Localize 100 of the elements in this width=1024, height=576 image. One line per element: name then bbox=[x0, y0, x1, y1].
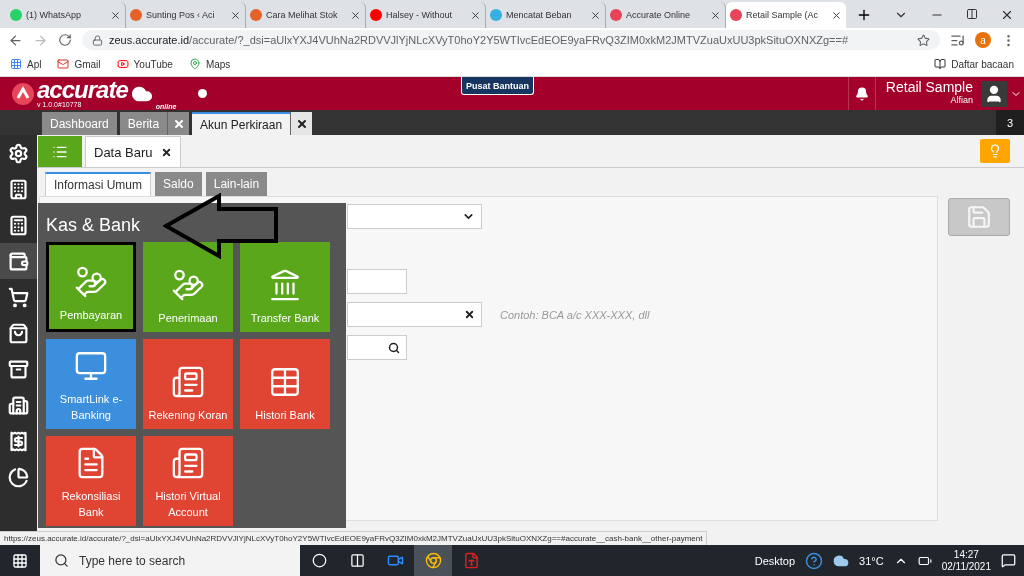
close-icon[interactable] bbox=[230, 9, 241, 21]
task-view-icon[interactable] bbox=[349, 553, 365, 568]
tab-close-button[interactable] bbox=[167, 112, 190, 135]
input-field[interactable] bbox=[347, 302, 482, 327]
new-tab-icon[interactable] bbox=[856, 7, 872, 23]
dot-icon bbox=[198, 89, 207, 98]
form-tab[interactable]: Informasi Umum bbox=[45, 172, 151, 196]
close-icon[interactable] bbox=[710, 9, 721, 21]
newspaper-icon bbox=[171, 446, 205, 480]
url-text: zeus.accurate.id/accurate/?_dsi=aUlxYXJ4VUhNa2RDVVJlYjNLcXVyT0hoY2Y5WTIvcEdEOE9yaFRvQ3ZIM0xkM2JMTVZuaUxUU3pkSituOXNXZg==# bbox=[109, 34, 849, 46]
newspaper-icon bbox=[171, 365, 205, 399]
close-icon bbox=[295, 117, 308, 130]
menu-tile[interactable]: Histori Bank bbox=[240, 339, 330, 429]
archive-icon bbox=[8, 358, 29, 380]
menu-title: Kas & Bank bbox=[46, 215, 142, 236]
lock-icon bbox=[92, 34, 103, 46]
desktop-label[interactable]: Desktop bbox=[754, 554, 796, 567]
document-icon[interactable] bbox=[462, 552, 480, 569]
bookmark-link[interactable]: Gmail bbox=[74, 58, 101, 70]
bank-icon bbox=[268, 268, 302, 302]
favicon-icon bbox=[250, 9, 262, 21]
mail-icon bbox=[57, 58, 70, 70]
help-button[interactable]: Pusat Bantuan bbox=[461, 77, 534, 95]
hand-coins-icon bbox=[171, 268, 205, 302]
tab-title: Retail Sample (Ac bbox=[746, 10, 819, 20]
tab-close-button[interactable] bbox=[290, 112, 313, 135]
buildings-icon bbox=[8, 394, 29, 416]
tab-count[interactable]: 3 bbox=[996, 110, 1024, 135]
monitor-icon bbox=[74, 349, 108, 383]
tab-title: Halsey - Without bbox=[386, 10, 453, 20]
close-icon[interactable] bbox=[590, 9, 601, 21]
bookmark-link[interactable]: YouTube bbox=[133, 58, 173, 70]
tab-title: Mencatat Beban bbox=[506, 10, 572, 20]
receipt-icon bbox=[8, 430, 29, 452]
hand-coins-icon bbox=[74, 265, 108, 299]
star-icon[interactable] bbox=[917, 33, 930, 47]
back-icon[interactable] bbox=[8, 32, 23, 48]
temperature-text: 31°C bbox=[859, 554, 884, 567]
menu-tile[interactable]: Rekonsiliasi Bank bbox=[46, 436, 136, 526]
app-tab[interactable]: Akun Perkiraan bbox=[192, 112, 291, 135]
select-field[interactable] bbox=[347, 204, 482, 229]
settings-icon bbox=[8, 142, 29, 164]
table-icon bbox=[268, 365, 302, 399]
close-icon[interactable] bbox=[1000, 8, 1014, 22]
status-url: https://zeus.accurate.id/accurate/?_dsi=aUlxYXJ4VUhNa2RDVVJlYjNLcXVyT0hoY2Y5WTIvcEdEOE9yaFRvQ3ZIM0xkM2JMTVZuaUxUU3pkSituOXNXZg==#accurate__cash-bank__other-payment bbox=[0, 531, 708, 545]
media-icon[interactable] bbox=[950, 32, 965, 48]
favicon-icon bbox=[130, 9, 142, 21]
field-hint: Contoh: BCA a/c XXX-XXX, dll bbox=[500, 308, 650, 321]
favicon-icon bbox=[610, 9, 622, 21]
browser-icon bbox=[424, 552, 442, 569]
user-name: Alfian bbox=[950, 95, 973, 105]
apps-icon bbox=[10, 58, 22, 70]
close-icon[interactable] bbox=[160, 146, 172, 158]
bell-icon[interactable] bbox=[854, 86, 869, 101]
tab-title: Cara Melihat Stok bbox=[266, 10, 338, 20]
taskbar-search[interactable]: Type here to search bbox=[40, 545, 300, 576]
search-icon bbox=[388, 341, 400, 354]
tab-title: Accurate Online bbox=[626, 10, 691, 20]
close-icon[interactable] bbox=[470, 9, 481, 21]
circle-icon[interactable] bbox=[311, 553, 327, 568]
input-field[interactable] bbox=[347, 269, 407, 294]
close-icon[interactable] bbox=[831, 9, 842, 21]
save-icon bbox=[966, 204, 992, 230]
logo-mark-icon bbox=[12, 82, 34, 105]
map-pin-icon bbox=[188, 58, 201, 70]
clear-icon[interactable] bbox=[464, 309, 475, 320]
favicon-icon bbox=[490, 9, 502, 21]
close-icon bbox=[172, 117, 185, 130]
cart-icon bbox=[8, 286, 29, 308]
wallet-icon bbox=[8, 250, 29, 272]
favicon-icon bbox=[730, 9, 742, 21]
browser-tab[interactable]: Retail Sample (Ac bbox=[726, 2, 846, 28]
reload-icon[interactable] bbox=[58, 33, 72, 47]
document-tab[interactable]: Data Baru bbox=[85, 136, 181, 167]
favicon-icon bbox=[370, 9, 382, 21]
notification-icon[interactable] bbox=[1001, 553, 1016, 568]
reading-list-link[interactable]: Daftar bacaan bbox=[951, 58, 1014, 70]
pie-chart-icon bbox=[8, 466, 29, 488]
menu-tile[interactable]: Rekening Koran bbox=[143, 339, 233, 429]
address-bar[interactable]: zeus.accurate.id/accurate/?_dsi=aUlxYXJ4VUhNa2RDVVJlYjNLcXVyT0hoY2Y5WTIvcEdEOE9yaFRvQ3ZIM0xkM2JMTVZuaUxUU3pkSituOXNXZg==# bbox=[82, 30, 940, 50]
search-field[interactable] bbox=[347, 335, 407, 360]
favicon-icon bbox=[10, 9, 22, 21]
building-icon bbox=[8, 178, 29, 200]
company-name: Retail Sample bbox=[885, 80, 973, 95]
user-avatar[interactable] bbox=[981, 80, 1007, 107]
bookmark-link[interactable]: Apl bbox=[27, 58, 42, 70]
help-icon[interactable] bbox=[805, 551, 824, 570]
tab-title: Sunting Pos ‹ Aci bbox=[146, 10, 215, 20]
windows-icon[interactable] bbox=[12, 552, 28, 569]
calculator-icon bbox=[8, 214, 29, 236]
sidebar-item[interactable] bbox=[0, 243, 37, 279]
clock-time: 14:27 bbox=[953, 548, 979, 561]
restore-icon[interactable] bbox=[966, 8, 978, 20]
close-icon[interactable] bbox=[110, 9, 121, 21]
menu-tile[interactable]: Histori Virtual Account bbox=[143, 436, 233, 526]
chrome-taskbar-button[interactable] bbox=[414, 545, 452, 576]
logo-text: accurate bbox=[37, 78, 128, 101]
bookmark-link[interactable]: Maps bbox=[205, 58, 231, 70]
clock-date: 02/11/2021 bbox=[941, 560, 991, 573]
close-icon[interactable] bbox=[350, 9, 361, 21]
